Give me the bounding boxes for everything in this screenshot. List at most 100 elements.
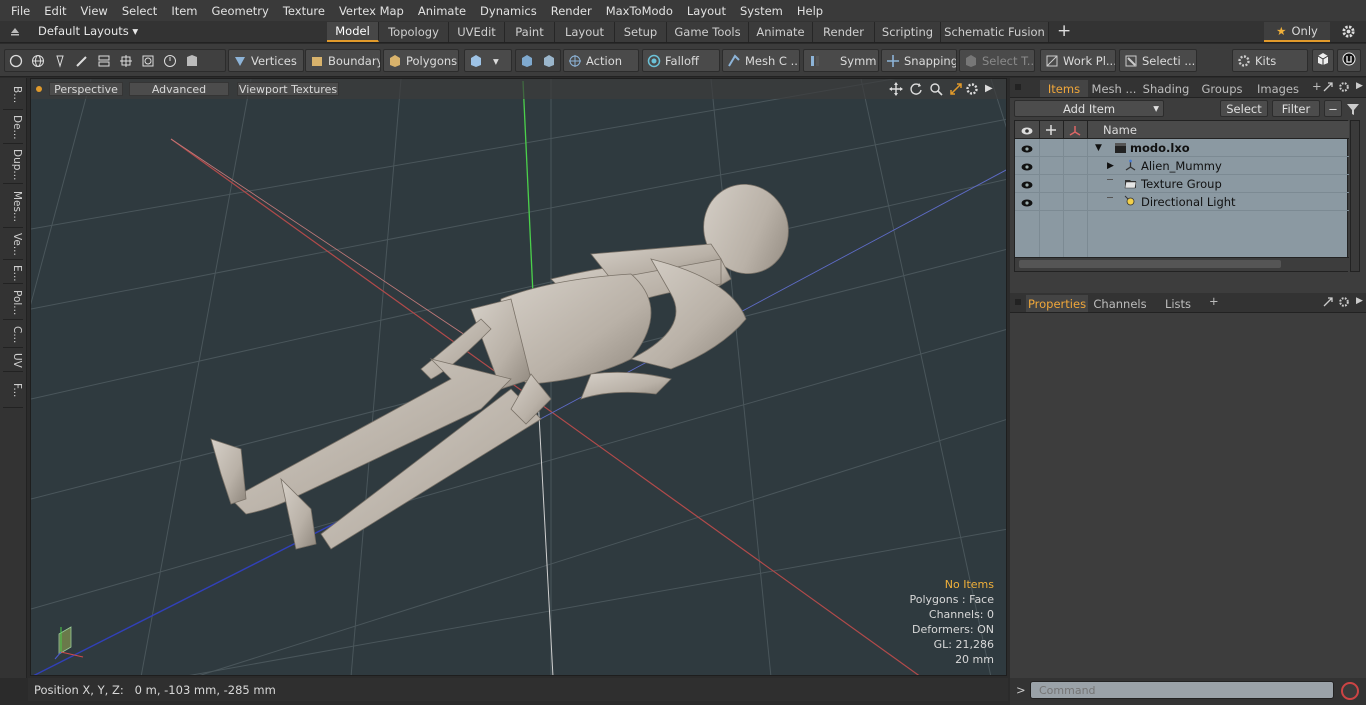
tab-scripting[interactable]: Scripting [875,22,941,42]
unreal-button[interactable] [1337,49,1361,72]
tab-groups[interactable]: Groups [1196,80,1248,97]
align-icon[interactable] [97,54,111,68]
tab-duplicate[interactable]: Dup... [3,146,23,184]
snapping-button[interactable]: Snapping [881,49,957,72]
select-button[interactable]: Select [1220,100,1268,117]
play-arrow-icon[interactable]: ▶ [985,83,993,94]
tab-channels[interactable]: Channels [1092,295,1148,312]
globe-icon[interactable] [31,54,45,68]
gear-icon[interactable] [1341,24,1356,39]
tab-uvedit[interactable]: UVEdit [449,22,505,42]
tree-horizontal-scrollbar[interactable] [1015,257,1349,271]
tab-fusion[interactable]: F... [3,374,23,408]
tab-animate[interactable]: Animate [749,22,813,42]
polygons-button[interactable]: Polygons [383,49,459,72]
viewport-gear-icon[interactable] [965,82,979,96]
tab-vertex[interactable]: Ve... [3,230,23,260]
ref-column-icon[interactable] [1069,124,1081,139]
tab-images[interactable]: Images [1252,80,1304,97]
tab-properties[interactable]: Properties [1026,295,1088,312]
visibility-eye-icon[interactable] [1021,143,1033,153]
lock-column-icon[interactable] [1045,124,1057,139]
mesh-constraints-button[interactable]: Mesh C ... [722,49,800,72]
tab-basic[interactable]: B... [3,80,23,110]
visibility-eye-icon[interactable] [1021,161,1033,171]
add-panel-tab-icon[interactable]: + [1312,79,1322,93]
visibility-column-eye-icon[interactable] [1021,125,1033,139]
symmetry-button[interactable]: Symm ... [803,49,879,72]
3d-viewport[interactable]: Perspective Advanced Viewport Textures ▶… [30,78,1007,676]
tab-edge[interactable]: E... [3,262,23,284]
tree-vertical-scrollbar[interactable] [1350,120,1360,272]
pivot-icon[interactable] [542,54,556,68]
name-column-header[interactable]: Name [1103,123,1137,137]
add-tab-plus-icon[interactable]: + [1057,21,1071,41]
visibility-eye-icon[interactable] [1021,197,1033,207]
tab-shading[interactable]: Shading [1140,80,1192,97]
panel-gear-icon[interactable] [1338,81,1350,93]
scrollbar-thumb[interactable] [1019,260,1281,268]
perspective-button[interactable]: Perspective [49,82,123,96]
menu-animate[interactable]: Animate [411,4,473,18]
menu-dynamics[interactable]: Dynamics [473,4,544,18]
menu-view[interactable]: View [74,4,115,18]
panel-expand-icon[interactable] [1322,296,1334,308]
tab-topology[interactable]: Topology [379,22,449,42]
default-layouts-dropdown[interactable]: Default Layouts ▾ [38,24,138,38]
tab-mesh-ops[interactable]: Mesh ... [1090,80,1138,97]
tab-paint[interactable]: Paint [505,22,555,42]
grid-icon[interactable] [119,54,133,68]
tab-mesh-edit[interactable]: Mes... [3,186,23,228]
tab-curve[interactable]: C... [3,322,23,348]
tab-setup[interactable]: Setup [615,22,667,42]
pen-tool-icon[interactable] [53,54,67,68]
panel-menu-arrow-icon[interactable]: ▶ [1356,296,1363,306]
tab-layout[interactable]: Layout [555,22,615,42]
menu-item[interactable]: Item [164,4,204,18]
menu-vertex-map[interactable]: Vertex Map [332,4,411,18]
tab-items[interactable]: Items [1040,80,1088,97]
brush-icon[interactable] [75,54,89,68]
menu-geometry[interactable]: Geometry [205,4,276,18]
menu-help[interactable]: Help [790,4,830,18]
advanced-button[interactable]: Advanced [129,82,229,96]
layout-arrow-icon[interactable] [9,25,21,37]
command-input[interactable] [1030,681,1334,699]
circle-select-icon[interactable] [9,54,23,68]
tree-row-texture-group[interactable]: Texture Group [1015,175,1349,193]
panel-corner-icon[interactable] [1015,299,1021,305]
zoom-icon[interactable] [929,82,943,96]
action-center-button[interactable]: Action [563,49,639,72]
add-panel-tab-icon[interactable]: + [1209,294,1219,308]
rotate-icon[interactable] [909,82,923,96]
tab-deform[interactable]: De... [3,112,23,144]
menu-maxtomodo[interactable]: MaxToModo [599,4,680,18]
select-through-button[interactable]: Select T... [959,49,1035,72]
pan-icon[interactable] [889,82,903,96]
menu-system[interactable]: System [733,4,790,18]
menu-texture[interactable]: Texture [276,4,332,18]
menu-file[interactable]: File [4,4,37,18]
item-mode-dropdown[interactable]: ▾ [464,49,512,72]
falloff-button[interactable]: Falloff [642,49,720,72]
maximize-icon[interactable] [949,82,963,96]
timer-icon[interactable] [163,54,177,68]
alien-mummy-mesh[interactable] [210,172,801,550]
funnel-filter-icon[interactable] [1346,102,1360,116]
kits-button[interactable]: Kits [1232,49,1308,72]
tree-row-modo-lxo[interactable]: ▼ modo.lxo [1015,139,1349,157]
panel-expand-icon[interactable] [1322,81,1334,93]
viewport-scene[interactable] [31,79,1007,676]
material-icon[interactable] [520,54,534,68]
only-toggle[interactable]: ★ Only [1264,22,1330,42]
menu-edit[interactable]: Edit [37,4,73,18]
expander-right-icon[interactable]: ▶ [1107,161,1114,171]
panel-gear-icon[interactable] [1338,296,1350,308]
selection-sets-button[interactable]: Selecti ... [1119,49,1197,72]
filter-button[interactable]: Filter [1272,100,1320,117]
tree-row-directional-light[interactable]: Directional Light [1015,193,1349,211]
menu-select[interactable]: Select [115,4,164,18]
square-select-icon[interactable] [141,54,155,68]
expander-down-icon[interactable]: ▼ [1095,143,1102,153]
tab-model[interactable]: Model [327,22,379,42]
